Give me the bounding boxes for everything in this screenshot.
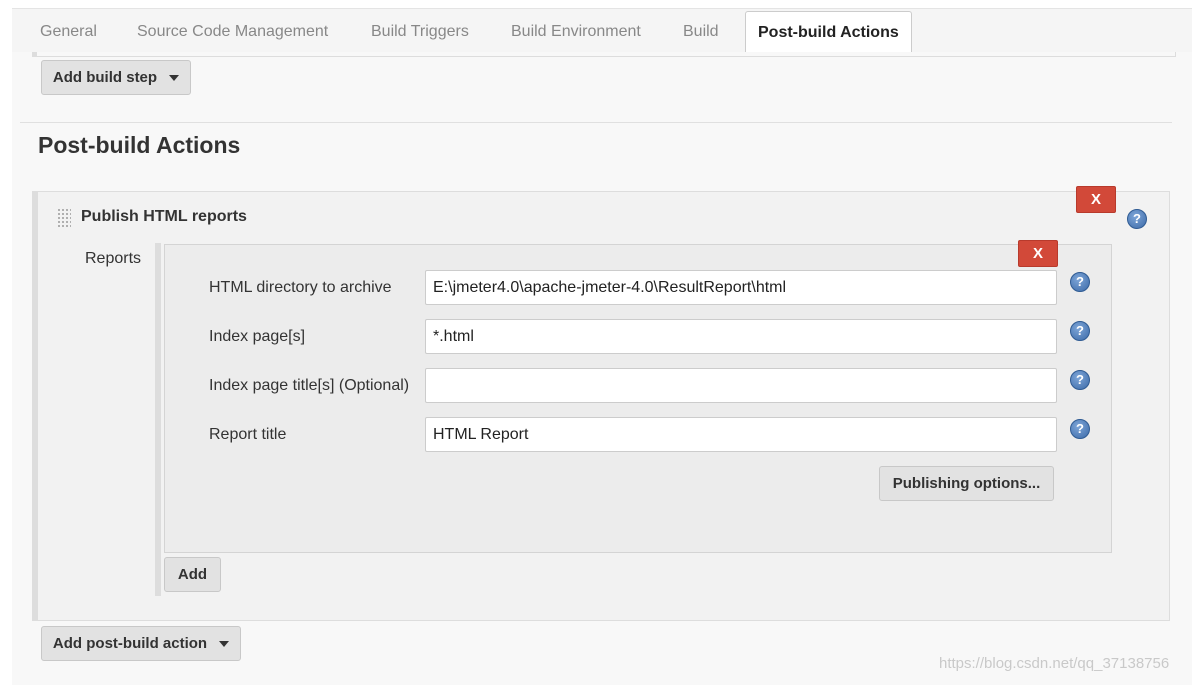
tab-general[interactable]: General xyxy=(28,9,109,53)
tab-build-environment[interactable]: Build Environment xyxy=(499,9,653,53)
index-pages-input[interactable] xyxy=(425,319,1057,354)
report-title-input[interactable] xyxy=(425,417,1057,452)
html-directory-help-icon[interactable]: ? xyxy=(1070,272,1090,292)
html-directory-input[interactable] xyxy=(425,270,1057,305)
section-divider xyxy=(20,122,1172,123)
index-pages-help-icon[interactable]: ? xyxy=(1070,321,1090,341)
add-post-build-action-label: Add post-build action xyxy=(52,635,208,652)
publisher-help-icon[interactable]: ? xyxy=(1127,209,1147,229)
delete-report-button[interactable]: X xyxy=(1018,240,1058,267)
add-build-step-button[interactable]: Add build step xyxy=(41,60,191,95)
index-page-titles-input[interactable] xyxy=(425,368,1057,403)
caret-down-icon xyxy=(169,74,180,81)
reports-group-bar xyxy=(155,243,161,596)
tab-build-triggers[interactable]: Build Triggers xyxy=(359,9,481,53)
config-page: Add build step Post-build Actions Publis… xyxy=(12,52,1192,685)
tab-build[interactable]: Build xyxy=(671,9,731,53)
add-post-build-action-button[interactable]: Add post-build action xyxy=(41,626,241,661)
publish-html-reports-title: Publish HTML reports xyxy=(81,208,247,225)
reports-label: Reports xyxy=(85,250,142,267)
drag-handle-icon[interactable] xyxy=(57,208,71,228)
build-section-border xyxy=(32,52,1176,57)
report-title-label: Report title xyxy=(209,426,287,443)
config-tab-bar: General Source Code Management Build Tri… xyxy=(12,8,1192,55)
delete-publisher-button[interactable]: X xyxy=(1076,186,1116,213)
caret-down-icon xyxy=(219,640,230,647)
add-build-step-label: Add build step xyxy=(52,69,158,86)
tab-source-code-management[interactable]: Source Code Management xyxy=(125,9,340,53)
publishing-options-button[interactable]: Publishing options... xyxy=(879,466,1054,501)
tab-post-build-actions[interactable]: Post-build Actions xyxy=(745,11,912,55)
section-title: Post-build Actions xyxy=(38,132,241,158)
report-title-help-icon[interactable]: ? xyxy=(1070,419,1090,439)
html-directory-label: HTML directory to archive xyxy=(209,279,392,296)
watermark-text: https://blog.csdn.net/qq_37138756 xyxy=(939,655,1170,672)
index-pages-label: Index page[s] xyxy=(209,328,306,345)
index-page-titles-help-icon[interactable]: ? xyxy=(1070,370,1090,390)
add-report-button[interactable]: Add xyxy=(164,557,221,592)
index-page-titles-label: Index page title[s] (Optional) xyxy=(209,377,410,394)
